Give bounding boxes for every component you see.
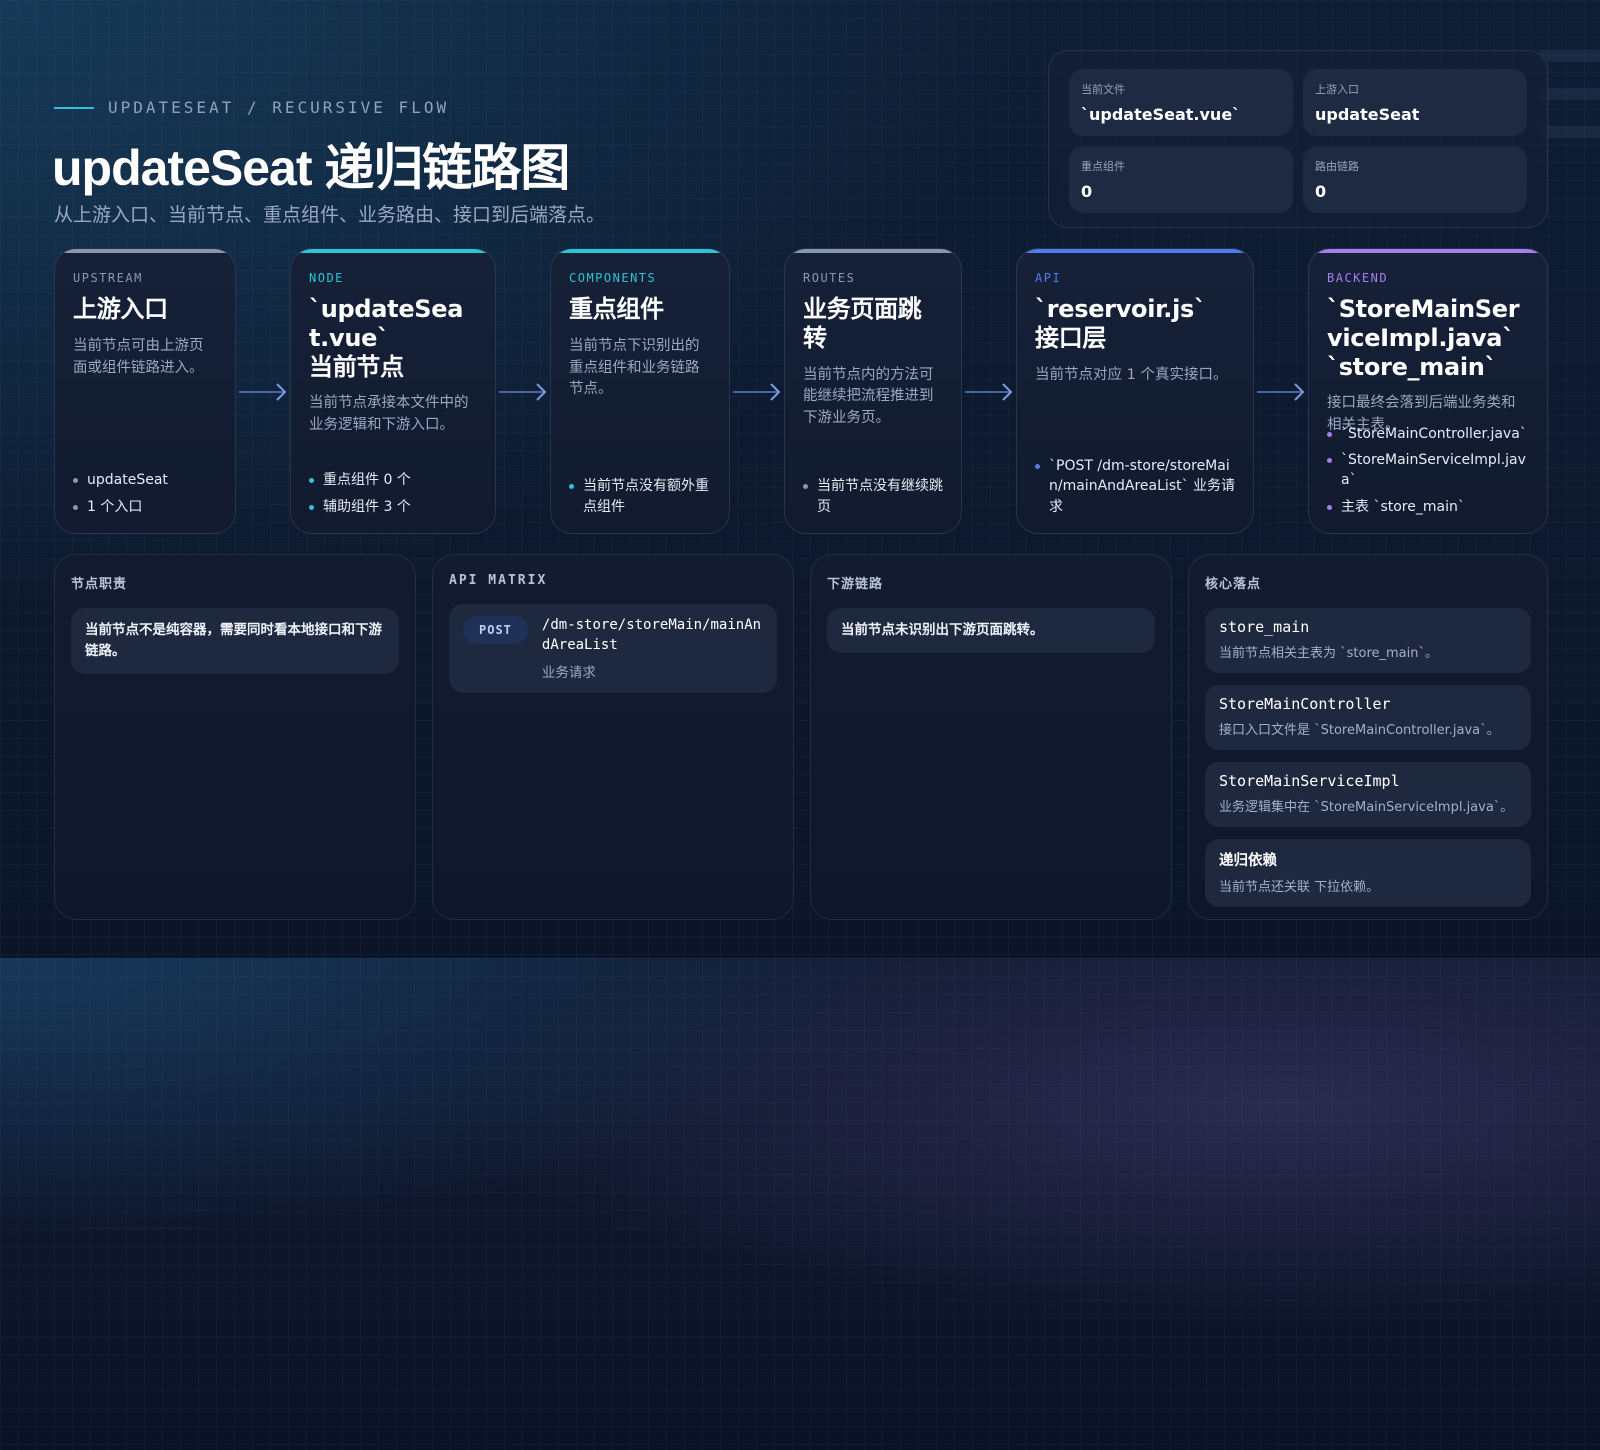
decorative-bars — [1540, 50, 1600, 164]
stat-label: 当前文件 — [1081, 83, 1125, 96]
background-lower — [0, 958, 1600, 1450]
eyebrow-line — [54, 106, 94, 109]
card-accent-bar — [551, 249, 729, 253]
stat-label: 路由链路 — [1315, 160, 1359, 173]
stat-upstream-entry: 上游入口 updateSeat — [1303, 69, 1527, 136]
api-description: 业务请求 — [541, 665, 596, 682]
core-item-name: store_main — [1219, 618, 1310, 636]
card-bullets: `POST /dm-store/storeMain/mainAndAreaLis… — [1035, 450, 1239, 517]
stat-value: 0 — [1315, 182, 1327, 201]
arrow-right-icon — [965, 383, 1013, 401]
stat-label: 上游入口 — [1315, 83, 1359, 96]
panel-core-landing: 核心落点 store_main 当前节点相关主表为 `store_main`。 … — [1188, 554, 1548, 920]
card-heading: 业务页面跳转 — [803, 295, 922, 352]
duty-note: 当前节点不是纯容器，需要同时看本地接口和下游链路。 — [71, 608, 399, 674]
panel-title: API MATRIX — [449, 573, 548, 588]
core-item: StoreMainController 接口入口文件是 `StoreMainCo… — [1205, 685, 1531, 750]
card-accent-bar — [1017, 249, 1253, 253]
card-bullet: 当前节点没有继续跳页 — [803, 476, 947, 517]
card-bullets: 当前节点没有继续跳页 — [803, 470, 947, 517]
card-tag: ROUTES — [803, 271, 856, 285]
card-tag: API — [1035, 271, 1062, 285]
core-item-name: 递归依赖 — [1219, 853, 1277, 869]
card-bullet: 主表 `store_main` — [1327, 497, 1533, 517]
card-description: 当前节点承接本文件中的业务逻辑和下游入口。 — [309, 395, 469, 434]
page-subtitle: 从上游入口、当前节点、重点组件、业务路由、接口到后端落点。 — [54, 204, 606, 226]
api-row[interactable]: POST /dm-store/storeMain/mainAndAreaList… — [449, 604, 777, 694]
card-tag: UPSTREAM — [73, 271, 143, 285]
card-bullet: 当前节点没有额外重点组件 — [569, 476, 715, 517]
stats-panel: 当前文件 `updateSeat.vue` 上游入口 updateSeat 重点… — [1048, 50, 1548, 228]
panel-title: 下游链路 — [827, 577, 884, 592]
flow-card-backend: BACKEND `StoreMainServiceImpl.java` `sto… — [1308, 248, 1548, 534]
card-heading: 重点组件 — [569, 295, 664, 323]
card-bullet: 重点组件 0 个 — [309, 470, 481, 490]
panel-downstream: 下游链路 当前节点未识别出下游页面跳转。 — [810, 554, 1172, 920]
card-accent-bar — [1309, 249, 1547, 253]
stat-value: `updateSeat.vue` — [1081, 105, 1241, 124]
card-accent-bar — [785, 249, 961, 253]
card-bullets: updateSeat 1 个入口 — [73, 464, 221, 517]
stat-value: 0 — [1081, 182, 1093, 201]
core-item-name: StoreMainController — [1219, 695, 1391, 713]
card-accent-bar — [291, 249, 495, 253]
card-bullet: 1 个入口 — [73, 497, 221, 517]
card-bullet: updateSeat — [73, 470, 221, 490]
panel-title: 核心落点 — [1205, 577, 1262, 592]
card-heading: `StoreMainServiceImpl.java` `store_main` — [1327, 295, 1520, 381]
arrow-right-icon — [239, 383, 287, 401]
flow-card-api: API `reservoir.js` 接口层 当前节点对应 1 个真实接口。 `… — [1016, 248, 1254, 534]
stat-current-file: 当前文件 `updateSeat.vue` — [1069, 69, 1293, 136]
card-description: 当前节点下识别出的重点组件和业务链路节点。 — [569, 337, 700, 398]
card-heading: `reservoir.js` 接口层 — [1035, 295, 1206, 352]
panel-node-duty: 节点职责 当前节点不是纯容器，需要同时看本地接口和下游链路。 — [54, 554, 416, 920]
card-bullet: `POST /dm-store/storeMain/mainAndAreaLis… — [1035, 456, 1239, 517]
core-item-desc: 当前节点相关主表为 `store_main`。 — [1219, 646, 1438, 661]
flow-card-routes: ROUTES 业务页面跳转 当前节点内的方法可能继续把流程推进到下游业务页。 当… — [784, 248, 962, 534]
core-item-name: StoreMainServiceImpl — [1219, 772, 1400, 790]
flow-card-upstream: UPSTREAM 上游入口 当前节点可由上游页面或组件链路进入。 updateS… — [54, 248, 236, 534]
card-bullet: `StoreMainController.java` — [1327, 424, 1533, 444]
eyebrow-text: UPDATESEAT / RECURSIVE FLOW — [108, 98, 450, 117]
core-item: store_main 当前节点相关主表为 `store_main`。 — [1205, 608, 1531, 673]
arrow-right-icon — [499, 383, 547, 401]
eyebrow: UPDATESEAT / RECURSIVE FLOW — [54, 98, 449, 117]
arrow-right-icon — [733, 383, 781, 401]
stat-route-links: 路由链路 0 — [1303, 146, 1527, 213]
core-item-desc: 当前节点还关联 下拉依赖。 — [1219, 880, 1380, 895]
core-item-desc: 接口入口文件是 `StoreMainController.java`。 — [1219, 723, 1500, 738]
arrow-right-icon — [1257, 383, 1305, 401]
card-heading: `updateSeat.vue` 当前节点 — [309, 295, 464, 381]
card-bullets: 当前节点没有额外重点组件 — [569, 470, 715, 517]
card-bullets: 重点组件 0 个 辅助组件 3 个 — [309, 464, 481, 517]
card-accent-bar — [55, 249, 235, 253]
page-title: updateSeat 递归链路图 — [52, 140, 570, 196]
core-item-desc: 业务逻辑集中在 `StoreMainServiceImpl.java`。 — [1219, 800, 1514, 815]
card-description: 当前节点内的方法可能继续把流程推进到下游业务页。 — [803, 366, 934, 427]
card-bullet: `StoreMainServiceImpl.java` — [1327, 450, 1533, 491]
core-item: 递归依赖 当前节点还关联 下拉依赖。 — [1205, 839, 1531, 907]
stat-label: 重点组件 — [1081, 160, 1125, 173]
card-tag: BACKEND — [1327, 271, 1389, 285]
card-bullets: `StoreMainController.java` `StoreMainSer… — [1327, 418, 1533, 517]
http-method-badge: POST — [463, 616, 528, 644]
stat-key-components: 重点组件 0 — [1069, 146, 1293, 213]
downstream-note: 当前节点未识别出下游页面跳转。 — [827, 608, 1155, 653]
card-description: 当前节点对应 1 个真实接口。 — [1035, 366, 1228, 383]
card-bullet: 辅助组件 3 个 — [309, 497, 481, 517]
card-tag: NODE — [309, 271, 344, 285]
card-description: 当前节点可由上游页面或组件链路进入。 — [73, 337, 204, 376]
panel-title: 节点职责 — [71, 577, 128, 592]
card-tag: COMPONENTS — [569, 271, 657, 285]
stat-value: updateSeat — [1315, 105, 1420, 124]
api-info: /dm-store/storeMain/mainAndAreaList 业务请求 — [542, 616, 763, 681]
flow-card-node: NODE `updateSeat.vue` 当前节点 当前节点承接本文件中的业务… — [290, 248, 496, 534]
panel-api-matrix: API MATRIX POST /dm-store/storeMain/main… — [432, 554, 794, 920]
core-item: StoreMainServiceImpl 业务逻辑集中在 `StoreMainS… — [1205, 762, 1531, 827]
card-heading: 上游入口 — [73, 295, 168, 323]
flow-card-components: COMPONENTS 重点组件 当前节点下识别出的重点组件和业务链路节点。 当前… — [550, 248, 730, 534]
api-path: /dm-store/storeMain/mainAndAreaList — [541, 617, 762, 653]
